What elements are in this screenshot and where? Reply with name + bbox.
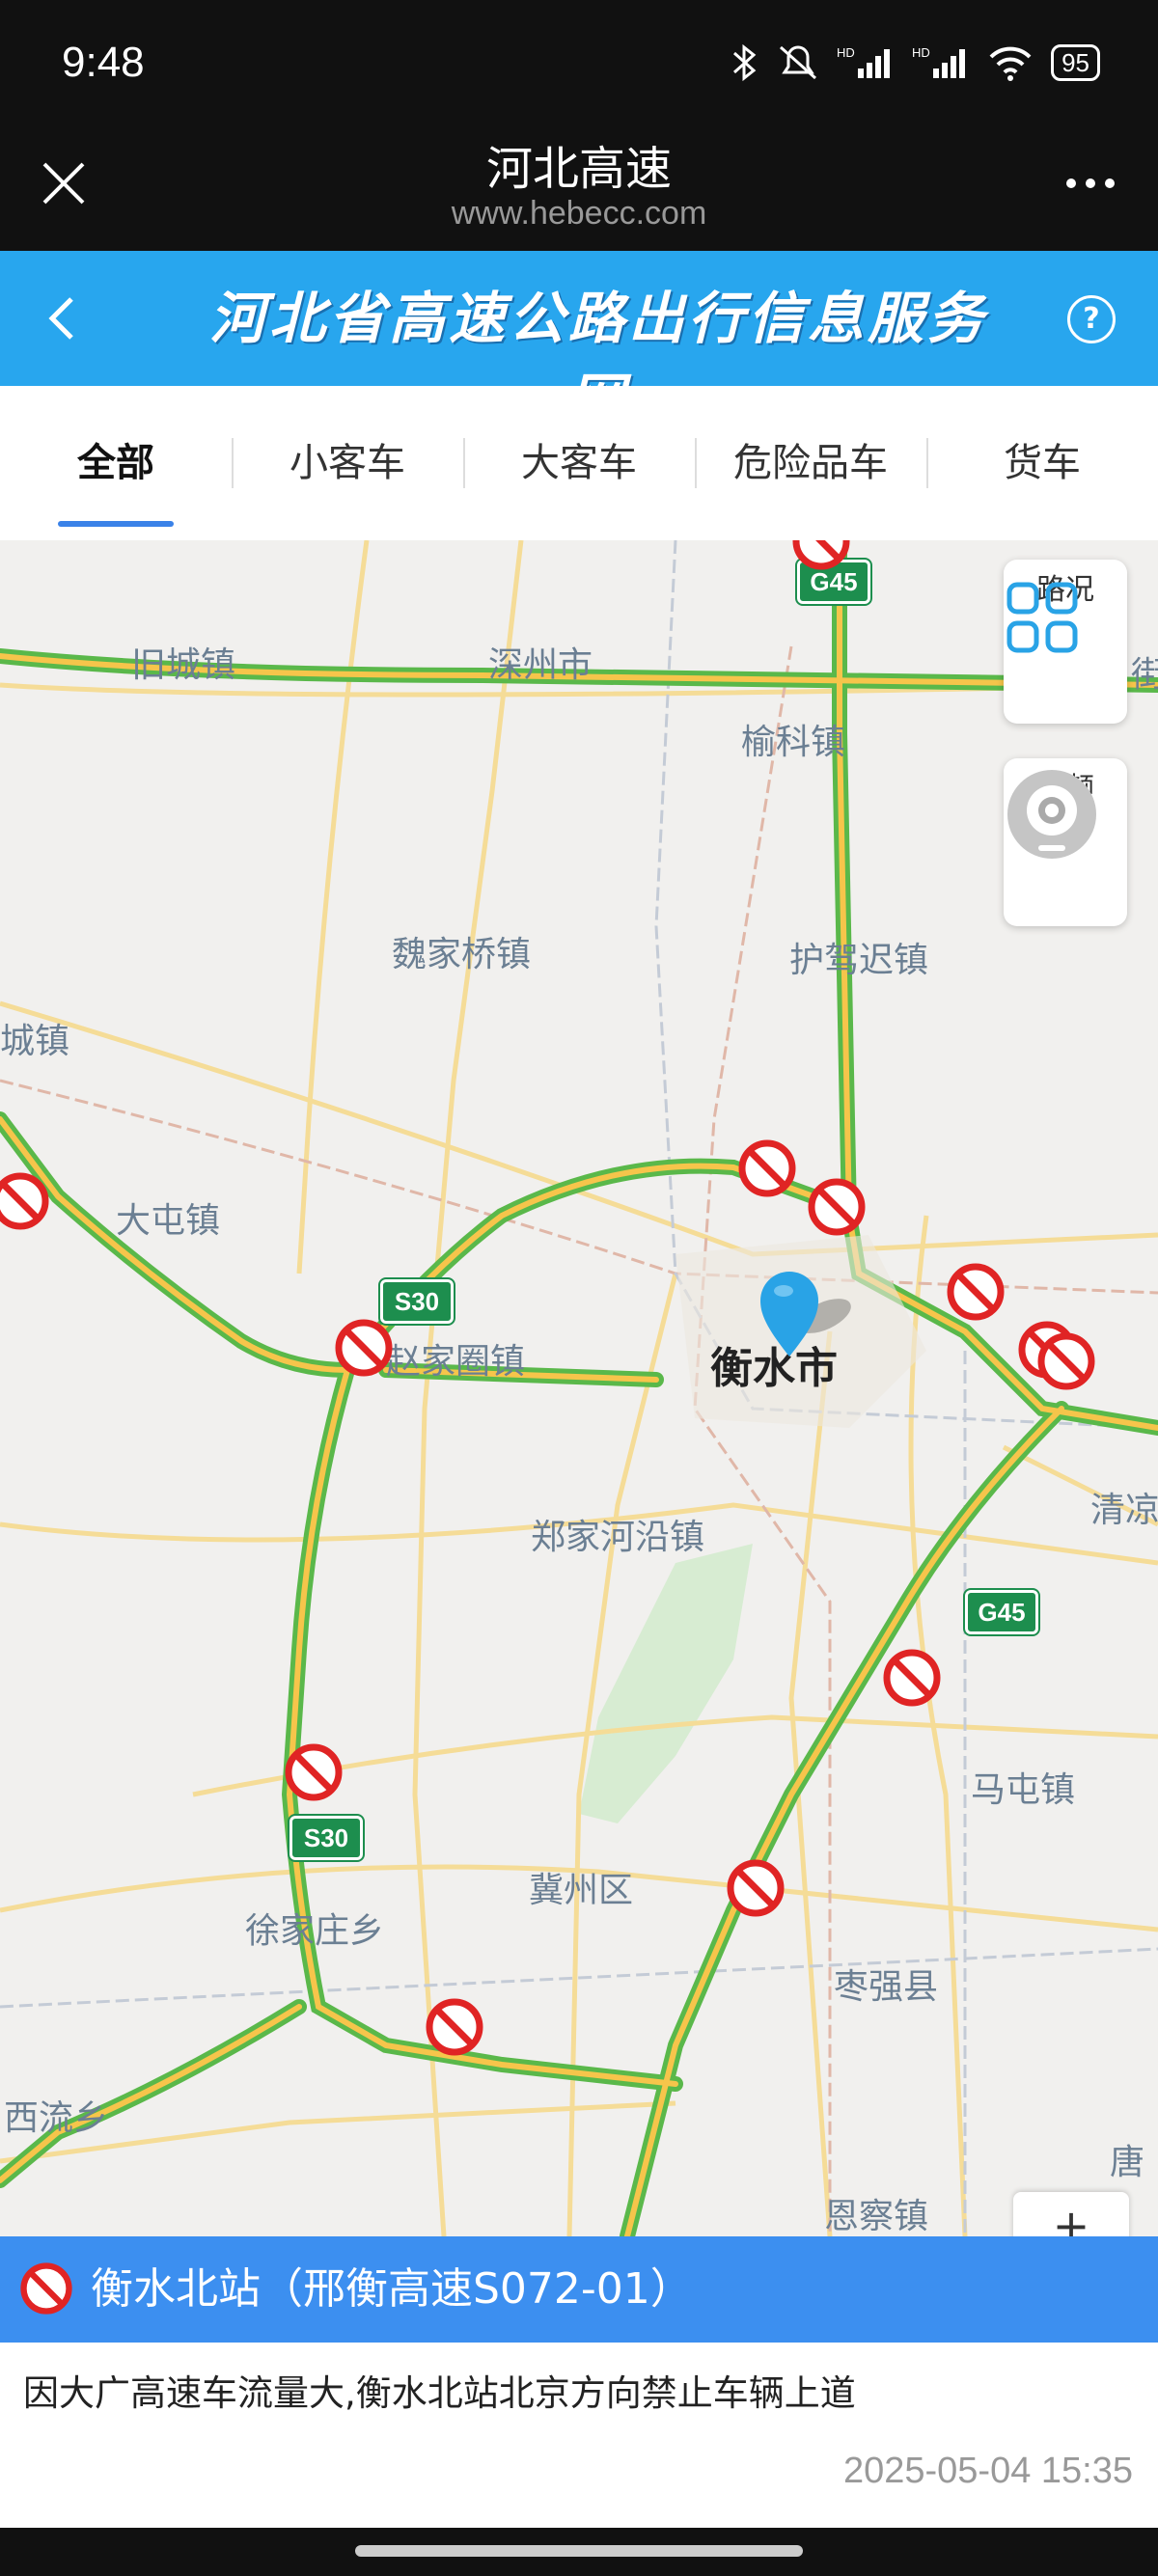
place-label: 大屯镇 xyxy=(116,1201,221,1241)
no-entry-icon[interactable] xyxy=(726,1858,786,1918)
system-nav-bar xyxy=(0,2528,1158,2576)
station-name: 衡水北站（邢衡高速S072-01） xyxy=(91,2264,693,2314)
place-label: 唐 xyxy=(1110,2143,1145,2182)
svg-text:HD: HD xyxy=(837,45,855,60)
camera-icon xyxy=(1007,770,1096,859)
place-label: 马屯镇 xyxy=(971,1770,1076,1810)
tab-divider xyxy=(463,438,465,488)
mute-icon xyxy=(780,45,817,80)
map-roads xyxy=(0,540,1158,2236)
station-info-body: 因大广高速车流量大,衡水北站北京方向禁止车辆上道 2025-05-04 15:3… xyxy=(0,2343,1158,2528)
tab-truck[interactable]: 货车 xyxy=(926,386,1158,540)
signal-hd-2-icon: HD xyxy=(912,45,966,78)
browser-url: www.hebecc.com xyxy=(451,195,707,232)
no-entry-icon[interactable] xyxy=(334,1318,394,1378)
place-label: 冀州区 xyxy=(529,1871,634,1910)
status-icons: HD HD 95 xyxy=(731,39,1100,87)
video-button[interactable]: 视频 xyxy=(1004,758,1127,926)
traffic-map[interactable]: 旧城镇 深州市 榆科镇 街 魏家桥镇 护驾迟镇 城镇 大屯镇 赵家圈镇 衡水市 … xyxy=(0,540,1158,2236)
location-pin-icon[interactable] xyxy=(757,1270,863,1366)
svg-text:HD: HD xyxy=(912,45,930,60)
no-entry-icon[interactable] xyxy=(946,1262,1006,1322)
place-label: 枣强县 xyxy=(834,1967,939,2007)
status-time: 9:48 xyxy=(62,39,145,86)
no-entry-icon[interactable] xyxy=(791,540,851,571)
site-banner: 河北省高速公路出行信息服务网 ? xyxy=(0,251,1158,432)
help-icon[interactable]: ? xyxy=(1067,295,1116,343)
tab-bus[interactable]: 大客车 xyxy=(463,386,695,540)
more-options-icon[interactable] xyxy=(1062,164,1119,203)
place-label: 旧城镇 xyxy=(131,645,236,685)
no-entry-icon xyxy=(20,2262,72,2315)
closure-timestamp: 2025-05-04 15:35 xyxy=(842,2451,1133,2491)
vehicle-type-tabs: 全部 小客车 大客车 危险品车 货车 xyxy=(0,386,1158,540)
highway-shield-g45: G45 xyxy=(963,1588,1040,1636)
place-label: 街 xyxy=(1131,655,1158,695)
back-arrow-icon[interactable] xyxy=(39,289,87,347)
browser-title: 河北高速 xyxy=(485,142,672,196)
no-entry-icon[interactable] xyxy=(807,1177,867,1237)
tab-divider xyxy=(926,438,928,488)
battery-indicator: 95 xyxy=(1051,44,1100,81)
rail-grey xyxy=(0,540,1158,2236)
highway-shield-s30: S30 xyxy=(288,1814,365,1862)
place-label: 徐家庄乡 xyxy=(245,1911,385,1951)
place-label: 城镇 xyxy=(0,1022,70,1061)
place-label: 西流乡 xyxy=(4,2098,109,2138)
status-bar: 9:48 HD HD 95 xyxy=(0,0,1158,125)
no-entry-icon[interactable] xyxy=(0,1171,50,1231)
place-label: 榆科镇 xyxy=(741,723,846,762)
tab-small-car[interactable]: 小客车 xyxy=(232,386,463,540)
station-info-header: 衡水北站（邢衡高速S072-01） xyxy=(0,2236,1158,2343)
home-indicator[interactable] xyxy=(355,2545,803,2557)
bluetooth-icon xyxy=(733,43,757,82)
zoom-in-button[interactable]: + xyxy=(1013,2192,1129,2236)
no-entry-icon[interactable] xyxy=(1036,1331,1096,1391)
minor-roads xyxy=(0,540,1158,2236)
closure-description: 因大广高速车流量大,衡水北站北京方向禁止车辆上道 xyxy=(23,2372,856,2414)
place-label: 赵家圈镇 xyxy=(386,1342,526,1382)
signal-hd-1-icon: HD xyxy=(837,45,891,78)
site-brand-logo: 河北省高速公路出行信息服务网 xyxy=(208,286,987,432)
no-entry-icon[interactable] xyxy=(425,1997,484,2057)
no-entry-icon[interactable] xyxy=(882,1648,942,1708)
tab-divider xyxy=(695,438,697,488)
tab-hazmat[interactable]: 危险品车 xyxy=(695,386,926,540)
place-label: 恩察镇 xyxy=(824,2197,929,2236)
place-label: 护驾迟镇 xyxy=(789,941,929,980)
tab-divider xyxy=(232,438,234,488)
no-entry-icon[interactable] xyxy=(284,1742,344,1802)
place-label: 郑家河沿镇 xyxy=(531,1518,705,1557)
no-entry-icon[interactable] xyxy=(737,1138,797,1198)
grid-icon xyxy=(1006,582,1078,653)
place-label: 深州市 xyxy=(488,645,593,685)
traffic-toggle-button[interactable]: 路况 xyxy=(1004,560,1127,724)
wifi-icon xyxy=(989,46,1032,81)
expressways xyxy=(0,540,1158,2236)
place-label: 魏家桥镇 xyxy=(392,935,532,974)
tab-all[interactable]: 全部 xyxy=(0,386,232,540)
place-label: 清凉 xyxy=(1090,1491,1158,1530)
browser-header: 河北高速 www.hebecc.com xyxy=(0,125,1158,251)
